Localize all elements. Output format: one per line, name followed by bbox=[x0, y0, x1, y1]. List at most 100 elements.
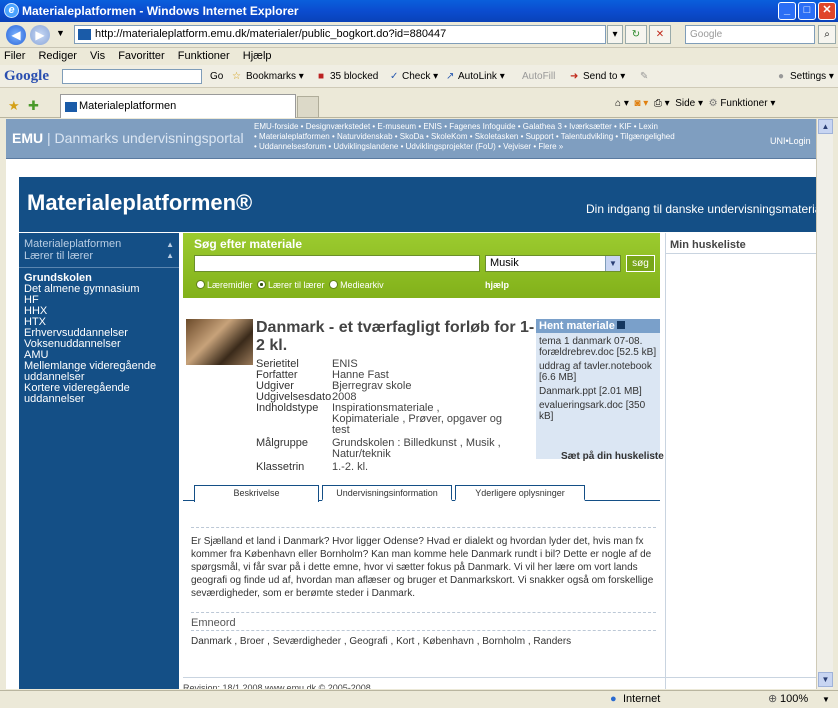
portal-links-row[interactable]: • Materialeplatformen • Naturvidenskab •… bbox=[254, 132, 744, 142]
new-tab-button[interactable] bbox=[297, 96, 319, 118]
popup-blocked-count[interactable]: 35 blocked bbox=[330, 65, 378, 88]
nav-item-hf[interactable]: HF bbox=[24, 295, 179, 306]
material-title: Danmark - et tværfagligt forløb for 1-2 … bbox=[256, 319, 535, 354]
google-toolbar-logo: Google bbox=[4, 68, 49, 84]
status-bar: ● Internet ⊕ 100% ▼ bbox=[0, 690, 838, 708]
page-menu[interactable]: Side ▾ bbox=[675, 98, 703, 109]
nav-header-materialeplatformen[interactable]: Materialeplatformen ▲ bbox=[19, 233, 179, 250]
menu-rediger[interactable]: Rediger bbox=[38, 50, 77, 62]
material-search-input[interactable] bbox=[194, 255, 480, 272]
feeds-icon[interactable]: ◙ ▾ bbox=[634, 98, 648, 109]
favorites-star-icon[interactable]: ★ bbox=[8, 98, 20, 114]
maximize-icon[interactable]: □ bbox=[798, 2, 816, 20]
security-zone: Internet bbox=[623, 693, 661, 705]
download-file-link[interactable]: Danmark.ppt [2.01 MB] bbox=[536, 383, 660, 397]
menu-favoritter[interactable]: Favoritter bbox=[118, 50, 164, 62]
command-bar: ⌂ ▾ ◙ ▾ ⎙ ▾ Side ▾ ⚙ Funktioner ▾ bbox=[615, 96, 775, 112]
spellcheck-icon: ✓ bbox=[390, 71, 399, 82]
chevron-down-icon: ▼ bbox=[605, 256, 620, 271]
address-text: http://materialeplatform.emu.dk/material… bbox=[95, 28, 447, 40]
menu-hjaelp[interactable]: Hjælp bbox=[243, 50, 272, 62]
category-select[interactable]: Musik ▼ bbox=[485, 255, 621, 272]
meta-value: Grundskolen : Billedkunst , Musik , Natu… bbox=[332, 437, 501, 460]
menu-vis[interactable]: Vis bbox=[90, 50, 105, 62]
radio-label: Mediearkiv bbox=[340, 280, 384, 290]
nav-item-kortere[interactable]: Kortere videregående uddannelser bbox=[24, 383, 179, 405]
help-icon[interactable] bbox=[616, 321, 625, 329]
google-go-button[interactable]: Go bbox=[210, 65, 223, 88]
nav-header-label: Lærer til lærer bbox=[24, 250, 94, 262]
forward-button-icon[interactable]: ▶ bbox=[30, 25, 50, 45]
meta-label: Klassetrin bbox=[256, 461, 305, 473]
portal-links-row[interactable]: • Uddannelsesforum • Udviklingslandene •… bbox=[254, 142, 744, 152]
tools-gear-icon: ⚙ bbox=[708, 98, 718, 109]
search-heading: Søg efter materiale bbox=[194, 237, 303, 251]
google-toolbar-input[interactable] bbox=[62, 69, 202, 84]
nav-item-mellemlange[interactable]: Mellemlange videregående uddannelser bbox=[24, 361, 179, 383]
tab-yderligere-oplysninger[interactable]: Yderligere oplysninger bbox=[455, 485, 585, 501]
search-button[interactable]: søg bbox=[626, 255, 655, 272]
nav-list: Grundskolen Det almene gymnasium HF HHX … bbox=[19, 268, 179, 405]
vertical-scrollbar[interactable]: ▲ ▼ bbox=[816, 119, 833, 689]
radio-mediearkiv[interactable] bbox=[329, 280, 339, 289]
search-icon[interactable]: ⌕ bbox=[818, 25, 836, 44]
download-file-link[interactable]: evalueringsark.doc [350 kB] bbox=[536, 397, 660, 422]
add-favorites-icon[interactable]: ✚ bbox=[28, 98, 39, 114]
autolink-button[interactable]: AutoLink ▾ bbox=[458, 65, 505, 88]
print-icon[interactable]: ⎙ ▾ bbox=[654, 98, 670, 109]
site-banner-subtitle: Din indgang til danske undervisningsmate… bbox=[586, 202, 816, 216]
tab-undervisningsinformation[interactable]: Undervisningsinformation bbox=[322, 485, 452, 501]
history-dropdown-icon[interactable]: ▼ bbox=[56, 28, 65, 38]
zoom-dropdown-icon[interactable]: ▼ bbox=[822, 691, 830, 708]
internet-zone-icon: ● bbox=[610, 693, 617, 705]
nav-item-gymnasium[interactable]: Det almene gymnasium bbox=[24, 284, 179, 295]
stop-icon[interactable]: ✕ bbox=[649, 25, 671, 44]
sendto-button[interactable]: Send to ▾ bbox=[583, 65, 625, 88]
detail-tabs: Beskrivelse Undervisningsinformation Yde… bbox=[183, 485, 660, 502]
search-help-link[interactable]: hjælp bbox=[485, 280, 509, 290]
emu-logo-text: EMU bbox=[12, 130, 44, 146]
address-dropdown-icon[interactable]: ▾ bbox=[607, 25, 623, 44]
scroll-down-icon[interactable]: ▼ bbox=[818, 672, 833, 687]
tools-menu[interactable]: Funktioner ▾ bbox=[720, 98, 775, 109]
download-file-link[interactable]: tema 1 danmark 07-08. forældrebrev.doc [… bbox=[536, 333, 660, 358]
address-input[interactable]: http://materialeplatform.emu.dk/material… bbox=[74, 25, 606, 44]
settings-icon: ● bbox=[778, 71, 785, 82]
download-file-link[interactable]: uddrag af tavler.notebook [6.6 MB] bbox=[536, 358, 660, 383]
tab-beskrivelse[interactable]: Beskrivelse bbox=[194, 485, 319, 502]
check-button[interactable]: Check ▾ bbox=[402, 65, 438, 88]
back-button-icon[interactable]: ◀ bbox=[6, 25, 26, 45]
divider bbox=[666, 253, 816, 254]
radio-laerer-til-laerer[interactable] bbox=[257, 280, 267, 289]
emu-logo[interactable]: EMU | Danmarks undervisningsportal bbox=[12, 130, 244, 146]
menu-funktioner[interactable]: Funktioner bbox=[178, 50, 230, 62]
nav-header-laerer-til-laerer[interactable]: Lærer til lærer ▲ bbox=[19, 250, 179, 268]
portal-links-row[interactable]: EMU-forside • Designværkstedet • E-museu… bbox=[254, 122, 744, 132]
tab-bar: ★ ✚ Materialeplatformen ⌂ ▾ ◙ ▾ ⎙ ▾ Side… bbox=[0, 88, 838, 118]
minimize-icon[interactable]: _ bbox=[778, 2, 796, 20]
bookmarks-button[interactable]: Bookmarks ▾ bbox=[246, 65, 304, 88]
window-titlebar: e Materialeplatformen - Windows Internet… bbox=[0, 0, 838, 22]
meta-value: Inspirationsmateriale , Kopimateriale , … bbox=[332, 402, 502, 436]
browser-tab-active[interactable]: Materialeplatformen bbox=[60, 94, 296, 118]
nav-item-hhx[interactable]: HHX bbox=[24, 306, 179, 317]
home-icon[interactable]: ⌂ ▾ bbox=[615, 98, 629, 109]
site-banner-title[interactable]: Materialeplatformen® bbox=[27, 190, 252, 216]
refresh-icon[interactable]: ↻ bbox=[625, 25, 647, 44]
radio-laeremidler[interactable] bbox=[196, 280, 205, 289]
unilogin-link[interactable]: UNI•Login bbox=[770, 136, 811, 146]
browser-search-input[interactable]: Google bbox=[685, 25, 815, 44]
menu-filer[interactable]: Filer bbox=[4, 50, 25, 62]
emu-top-strip: EMU | Danmarks undervisningsportal EMU-f… bbox=[6, 119, 816, 159]
scroll-up-icon[interactable]: ▲ bbox=[818, 119, 833, 134]
download-panel: Hent materiale tema 1 danmark 07-08. for… bbox=[536, 319, 660, 459]
autofill-button[interactable]: AutoFill bbox=[522, 65, 555, 88]
collapse-icon: ▲ bbox=[166, 240, 174, 249]
add-to-list-link[interactable]: Sæt på din huskeliste bbox=[561, 451, 664, 462]
address-bar-row: ◀ ▶ ▼ http://materialeplatform.emu.dk/ma… bbox=[0, 22, 838, 48]
close-icon[interactable]: ✕ bbox=[818, 2, 836, 20]
collapse-icon: ▲ bbox=[166, 251, 174, 260]
zoom-level[interactable]: 100% bbox=[780, 691, 808, 708]
settings-button[interactable]: Settings ▾ bbox=[790, 65, 834, 88]
emneord-list[interactable]: Danmark , Broer , Seværdigheder , Geogra… bbox=[191, 630, 656, 647]
